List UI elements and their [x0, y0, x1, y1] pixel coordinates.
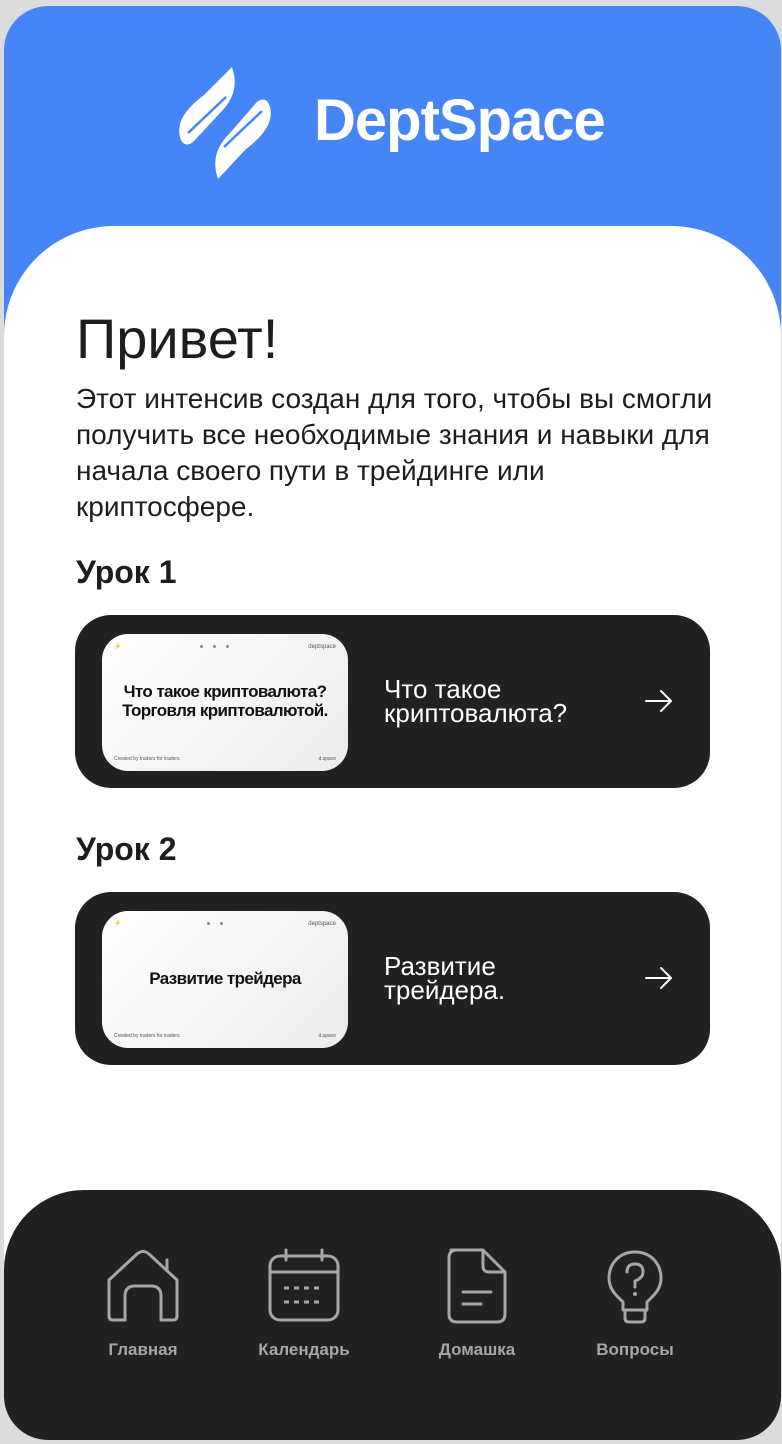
- home-icon: [107, 1250, 179, 1322]
- lesson-2-thumbnail: ⚡ deptspace Развитие трейдера Created by…: [102, 911, 348, 1048]
- nav-item-questions[interactable]: Вопросы: [565, 1246, 705, 1360]
- app-name: DeptSpace: [314, 87, 606, 153]
- lesson-2-card[interactable]: ⚡ deptspace Развитие трейдера Created by…: [75, 892, 710, 1065]
- nav-label-home: Главная: [108, 1340, 178, 1359]
- document-icon: [447, 1248, 507, 1324]
- logo: DeptSpace: [174, 61, 606, 185]
- lesson-1-thumbnail-title: Что такое криптовалюта? Торговля криптов…: [122, 682, 328, 720]
- question-bulb-icon: [607, 1250, 663, 1324]
- calendar-icon: [268, 1248, 340, 1322]
- main-content: Привет! Этот интенсив создан для того, ч…: [4, 226, 781, 1326]
- intro-text: Этот интенсив создан для того, чтобы вы …: [76, 383, 713, 522]
- lesson-1-thumbnail: ⚡ deptspace Что такое криптовалюта? Торг…: [102, 634, 348, 771]
- bottom-navigation: Главная Календарь Домашка Вопросы: [4, 1190, 781, 1440]
- lesson-1-card-text: Что такое криптовалюта?: [384, 674, 568, 728]
- lesson-2-title: Урок 2: [76, 831, 177, 867]
- lesson-1-card[interactable]: ⚡ deptspace Что такое криптовалюта? Торг…: [75, 615, 710, 788]
- nav-label-calendar: Календарь: [258, 1340, 350, 1359]
- nav-item-homework[interactable]: Домашка: [407, 1246, 547, 1360]
- nav-label-questions: Вопросы: [596, 1340, 674, 1359]
- arrow-right-icon[interactable]: [644, 689, 674, 713]
- nav-item-calendar[interactable]: Календарь: [234, 1246, 374, 1360]
- lesson-2-card-text: Развитие трейдера.: [384, 951, 506, 1005]
- nav-item-home[interactable]: Главная: [73, 1246, 213, 1360]
- page-title: Привет!: [76, 307, 279, 370]
- lesson-2-thumbnail-title: Развитие трейдера: [149, 969, 301, 988]
- lesson-1-title: Урок 1: [76, 554, 177, 590]
- deptspace-logo-icon: [179, 67, 271, 179]
- app-screen: DeptSpace Привет! Этот интенсив создан д…: [4, 6, 781, 1440]
- arrow-right-icon[interactable]: [644, 966, 674, 990]
- nav-label-homework: Домашка: [438, 1340, 516, 1359]
